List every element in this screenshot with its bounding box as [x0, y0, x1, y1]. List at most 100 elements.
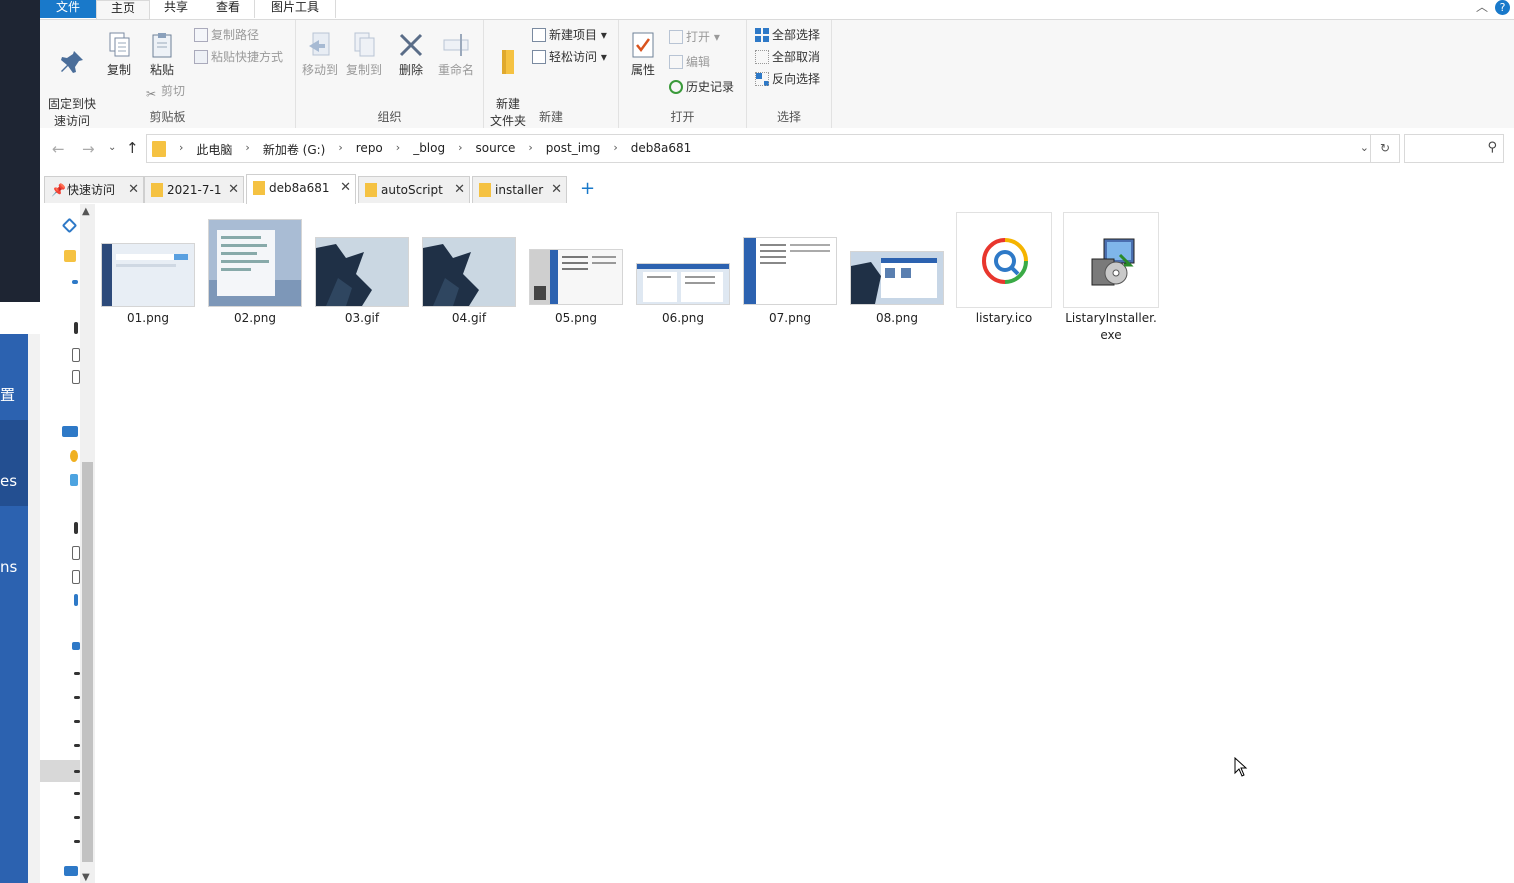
breadcrumb-drive[interactable]: 新加卷 (G:): [256, 141, 333, 158]
file-name: listary.ico: [975, 311, 1033, 325]
group-label-clipboard: 剪贴板: [149, 110, 186, 124]
select-all-button[interactable]: 全部选择: [755, 26, 820, 44]
tab-share[interactable]: 共享: [150, 0, 202, 18]
folder-tab-active[interactable]: deb8a681 ✕: [246, 174, 356, 204]
breadcrumb-source[interactable]: source: [469, 141, 523, 158]
file-item[interactable]: 02.png: [207, 212, 303, 327]
chevron-up-icon[interactable]: ︿: [1476, 0, 1488, 15]
copy-path-button[interactable]: 复制路径: [194, 26, 259, 44]
recent-locations-chevron-icon[interactable]: ⌄: [108, 142, 116, 153]
breadcrumb-blog[interactable]: _blog: [406, 141, 452, 158]
folder-icon: [151, 183, 163, 197]
back-arrow-icon[interactable]: ←: [52, 140, 65, 158]
copy-to-button[interactable]: 复制到: [344, 30, 384, 79]
close-icon[interactable]: ✕: [454, 177, 465, 203]
close-icon[interactable]: ✕: [228, 177, 239, 203]
user-icon[interactable]: [70, 450, 78, 462]
tab-file[interactable]: 文件: [40, 0, 96, 18]
video-icon[interactable]: [74, 522, 78, 534]
cloud-icon[interactable]: [72, 280, 78, 284]
select-none-button[interactable]: 全部取消: [755, 48, 820, 66]
easy-access-icon: [532, 50, 546, 64]
delete-button[interactable]: 删除: [394, 30, 428, 79]
file-item[interactable]: listary.ico: [956, 212, 1052, 327]
breadcrumb-current[interactable]: deb8a681: [624, 141, 699, 158]
search-input[interactable]: [1409, 135, 1483, 162]
paste-shortcut-button[interactable]: 粘贴快捷方式: [194, 48, 283, 66]
clipboard-icon: [152, 33, 172, 58]
refresh-icon[interactable]: ↻: [1370, 135, 1399, 162]
music-icon[interactable]: [72, 642, 80, 650]
add-tab-icon[interactable]: +: [580, 176, 595, 202]
search-icon[interactable]: ⚲: [1487, 140, 1497, 155]
close-icon[interactable]: ✕: [551, 177, 562, 203]
paste-button[interactable]: 粘贴: [142, 30, 182, 79]
file-item[interactable]: 06.png: [635, 212, 731, 327]
file-item[interactable]: 05.png: [528, 212, 624, 327]
address-history-chevron-icon[interactable]: ⌄: [1360, 141, 1369, 154]
breadcrumb-post-img[interactable]: post_img: [539, 141, 608, 158]
close-icon[interactable]: ✕: [128, 177, 139, 203]
breadcrumb-separator[interactable]: ›: [607, 141, 623, 158]
background-app-label[interactable]: 置: [0, 384, 15, 405]
move-to-button[interactable]: 移动到: [300, 30, 340, 79]
network-icon[interactable]: [64, 866, 78, 876]
invert-selection-button[interactable]: 反向选择: [755, 70, 820, 88]
breadcrumb-separator[interactable]: ›: [332, 141, 348, 158]
document-icon[interactable]: [72, 570, 80, 584]
tab-view[interactable]: 查看: [202, 0, 254, 18]
breadcrumb-separator[interactable]: ›: [452, 141, 468, 158]
file-item[interactable]: 03.gif: [314, 212, 410, 327]
download-icon[interactable]: [74, 594, 78, 606]
copy-button[interactable]: 复制: [102, 30, 136, 79]
breadcrumb-separator[interactable]: ›: [173, 141, 189, 158]
document-icon[interactable]: [72, 348, 80, 362]
file-item[interactable]: ListaryInstaller. exe: [1063, 212, 1159, 344]
breadcrumb-separator[interactable]: ›: [239, 141, 255, 158]
picture-icon[interactable]: [72, 370, 80, 384]
tab-home[interactable]: 主页: [96, 0, 150, 21]
document-icon[interactable]: [72, 546, 80, 560]
cut-button[interactable]: ✂ 剪切: [144, 82, 185, 101]
scroll-down-icon[interactable]: ▼: [82, 872, 90, 883]
folder-tab[interactable]: installer ✕: [472, 176, 567, 203]
forward-arrow-icon[interactable]: →: [82, 140, 95, 158]
listary-logo-icon: [982, 238, 1028, 284]
folder-tab[interactable]: autoScript ✕: [358, 176, 470, 203]
breadcrumb-this-pc[interactable]: 此电脑: [189, 141, 239, 158]
background-app-label[interactable]: es: [0, 472, 17, 490]
picture-icon[interactable]: [70, 474, 78, 486]
file-name: 03.gif: [344, 311, 380, 325]
properties-button[interactable]: 属性: [625, 30, 661, 79]
file-item[interactable]: 01.png: [100, 212, 196, 327]
folder-tab[interactable]: 📌 快速访问 ✕: [44, 176, 144, 203]
breadcrumb-repo[interactable]: repo: [349, 141, 390, 158]
breadcrumb-separator[interactable]: ›: [522, 141, 538, 158]
help-icon[interactable]: ?: [1495, 0, 1510, 15]
file-thumbnail-area: [1063, 212, 1159, 308]
scroll-up-icon[interactable]: ▲: [82, 206, 90, 217]
address-bar[interactable]: › 此电脑 › 新加卷 (G:) › repo › _blog › source…: [146, 134, 1400, 163]
search-box[interactable]: ⚲: [1404, 134, 1504, 163]
scrollbar-thumb[interactable]: [82, 462, 93, 862]
easy-access-button[interactable]: 轻松访问 ▾: [532, 48, 607, 66]
history-button[interactable]: 历史记录: [669, 78, 734, 96]
new-item-button[interactable]: 新建项目 ▾: [532, 26, 607, 44]
video-icon[interactable]: [74, 322, 78, 334]
file-item[interactable]: 04.gif: [421, 212, 517, 327]
up-arrow-icon[interactable]: ↑: [126, 139, 139, 157]
navigation-pane-scrollbar[interactable]: ▲ ▼: [80, 204, 95, 883]
open-button[interactable]: 打开 ▾: [669, 28, 720, 46]
file-item[interactable]: 08.png: [849, 212, 945, 327]
background-app-label[interactable]: ns: [0, 558, 17, 576]
this-pc-icon[interactable]: [62, 426, 78, 437]
folder-icon[interactable]: [64, 250, 76, 262]
rename-button[interactable]: 重命名: [434, 30, 478, 79]
close-icon[interactable]: ✕: [340, 175, 351, 201]
file-item[interactable]: 07.png: [742, 212, 838, 327]
edit-button[interactable]: 编辑: [669, 53, 710, 71]
tab-picture-tools[interactable]: 图片工具: [254, 0, 336, 18]
breadcrumb-separator[interactable]: ›: [390, 141, 406, 158]
quick-access-icon[interactable]: [61, 217, 78, 234]
folder-tab[interactable]: 2021-7-1 ✕: [144, 176, 244, 203]
